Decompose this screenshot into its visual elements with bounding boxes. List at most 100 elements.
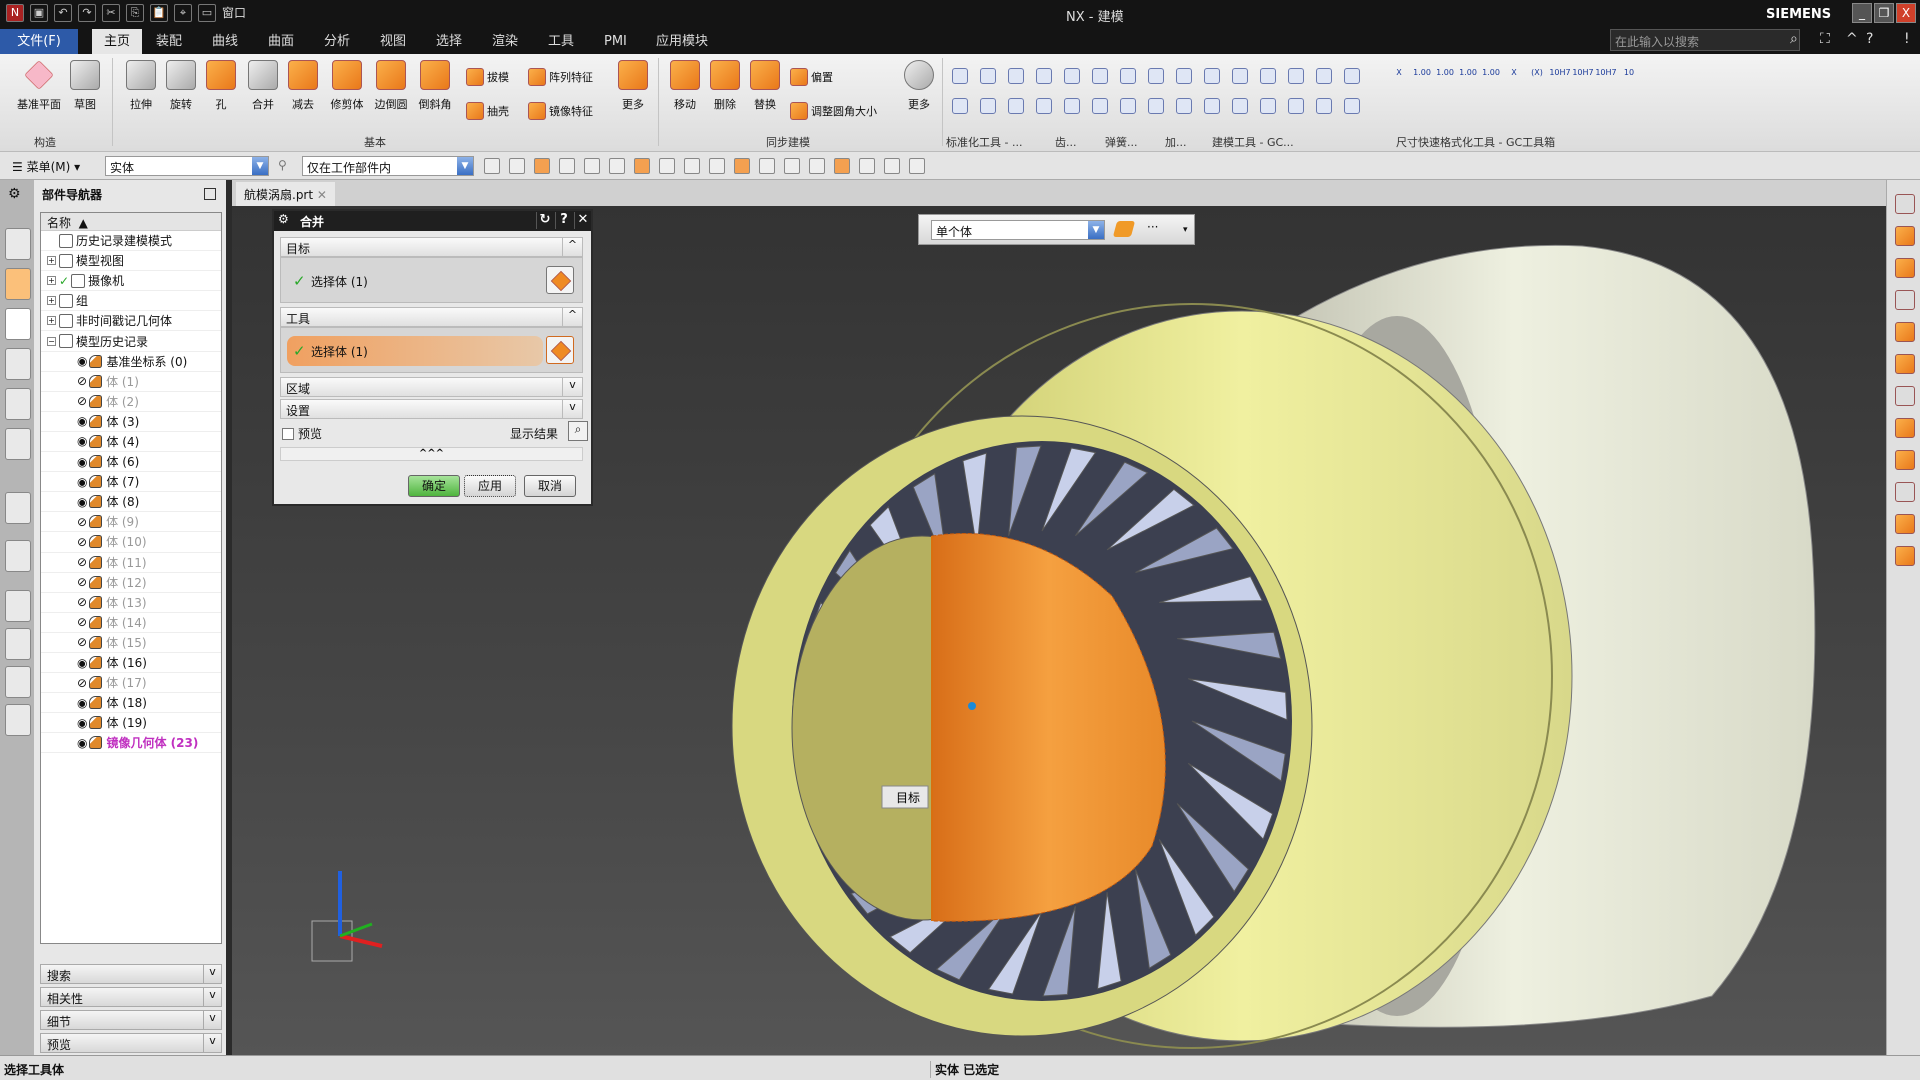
gc-tool-icon[interactable]: [1092, 68, 1108, 84]
selection-tool-icon[interactable]: [734, 158, 750, 174]
gc-tool-icon[interactable]: [952, 98, 968, 114]
tab-analysis[interactable]: 分析: [312, 29, 362, 54]
tool-section-header[interactable]: 工具 ^: [280, 307, 583, 327]
select-body-button[interactable]: [546, 266, 574, 294]
view-tool-icon[interactable]: [1895, 258, 1915, 278]
more-sync-button[interactable]: 更多: [898, 60, 940, 112]
tab-assembly[interactable]: 装配: [144, 29, 194, 54]
tree-item[interactable]: ⊘ 体 (12): [41, 573, 221, 593]
file-tab[interactable]: 航模涡扇.prt ✕: [236, 182, 335, 206]
tree-item[interactable]: + 组: [41, 291, 221, 312]
selection-tool-icon[interactable]: [509, 158, 525, 174]
eye-hidden-icon[interactable]: ⊘: [77, 635, 87, 649]
view-tool-icon[interactable]: [1895, 482, 1915, 502]
assembly-navigator-tab[interactable]: [5, 228, 31, 260]
tree-item[interactable]: + ✓ 摄像机: [41, 271, 221, 292]
subtract-button[interactable]: 减去: [282, 60, 324, 112]
gc-tool-icon[interactable]: [1288, 98, 1304, 114]
gc-tool-icon[interactable]: [1232, 98, 1248, 114]
unite-button[interactable]: 合并: [242, 60, 284, 112]
revolve-button[interactable]: 旋转: [160, 60, 202, 112]
reuse-library-tab[interactable]: [5, 348, 31, 380]
selection-tool-icon[interactable]: [659, 158, 675, 174]
gc-tool-icon[interactable]: [1120, 98, 1136, 114]
gc-tool-icon[interactable]: [1316, 68, 1332, 84]
view-tool-icon[interactable]: [1895, 418, 1915, 438]
reset-icon[interactable]: ↻: [536, 212, 553, 229]
tree-item[interactable]: ◉ 体 (3): [41, 412, 221, 432]
resize-blend-button[interactable]: 调整圆角大小: [790, 102, 877, 120]
gc-tool-icon[interactable]: [1344, 68, 1360, 84]
selection-tool-icon[interactable]: [634, 158, 650, 174]
preview-checkbox[interactable]: 预览: [282, 425, 322, 442]
copy-icon[interactable]: ⎘: [126, 4, 144, 22]
edge-blend-button[interactable]: 边倒圆: [370, 60, 412, 112]
view-tool-icon[interactable]: [1895, 514, 1915, 534]
save-icon[interactable]: ▣: [30, 4, 48, 22]
cancel-button[interactable]: 取消: [524, 475, 576, 497]
selection-tool-icon[interactable]: [784, 158, 800, 174]
eye-icon[interactable]: ◉: [77, 455, 87, 469]
selection-tool-icon[interactable]: [709, 158, 725, 174]
gc-tool-icon[interactable]: [1344, 98, 1360, 114]
draft-button[interactable]: 拔模: [466, 68, 509, 86]
history-tab[interactable]: [5, 590, 31, 622]
redo-icon[interactable]: ↷: [78, 4, 96, 22]
more-options-button[interactable]: ···: [1147, 220, 1158, 234]
more-basic-button[interactable]: 更多: [612, 60, 654, 112]
dimension-format-button[interactable]: X: [1388, 68, 1410, 84]
filter-icon[interactable]: ⚲: [278, 158, 287, 172]
gc-tool-icon[interactable]: [1316, 98, 1332, 114]
offset-face-button[interactable]: 偏置: [790, 68, 833, 86]
gc-tool-icon[interactable]: [1232, 68, 1248, 84]
eye-icon[interactable]: ◉: [77, 716, 87, 730]
view-tool-icon[interactable]: [1895, 450, 1915, 470]
navigator-panel[interactable]: 细节 v: [40, 1010, 222, 1030]
tool-select-row[interactable]: ✓ 选择体 (1): [280, 327, 583, 373]
expand-toggle-icon[interactable]: +: [47, 276, 56, 286]
tab-pmi[interactable]: PMI: [592, 29, 639, 54]
target-select-row[interactable]: ✓ 选择体 (1): [280, 257, 583, 303]
dialog-title-bar[interactable]: ⚙ 合并 ↻ ? ✕: [274, 211, 591, 231]
tree-item[interactable]: ⊘ 体 (11): [41, 553, 221, 573]
settings-icon[interactable]: ⚙: [8, 186, 21, 202]
gc-tool-icon[interactable]: [1288, 68, 1304, 84]
selection-tool-icon[interactable]: [809, 158, 825, 174]
tree-item[interactable]: + 模型视图: [41, 251, 221, 272]
tab-select[interactable]: 选择: [424, 29, 474, 54]
chamfer-button[interactable]: 倒斜角: [414, 60, 456, 112]
gc-tool-icon[interactable]: [1260, 68, 1276, 84]
expand-more-button[interactable]: ^^^: [280, 447, 583, 461]
dimension-format-button[interactable]: (X): [1526, 68, 1548, 84]
gc-tool-icon[interactable]: [1008, 98, 1024, 114]
eye-hidden-icon[interactable]: ⊘: [77, 595, 87, 609]
gc-tool-icon[interactable]: [1120, 68, 1136, 84]
tree-item[interactable]: 历史记录建模模式: [41, 231, 221, 252]
eye-icon[interactable]: ◉: [77, 736, 87, 750]
selection-tool-icon[interactable]: [759, 158, 775, 174]
tree-item[interactable]: ◉ 基准坐标系 (0): [41, 352, 221, 372]
tree-item[interactable]: ⊘ 体 (9): [41, 512, 221, 533]
alert-icon[interactable]: !: [1904, 31, 1910, 47]
replace-face-button[interactable]: 替换: [744, 60, 786, 112]
part-navigator-tab[interactable]: [5, 308, 31, 340]
datum-plane-button[interactable]: 基准平面: [14, 60, 64, 112]
eye-hidden-icon[interactable]: ⊘: [77, 535, 87, 549]
tree-item[interactable]: − 模型历史记录: [41, 331, 221, 352]
gc-tool-icon[interactable]: [1260, 98, 1276, 114]
extrude-button[interactable]: 拉伸: [120, 60, 162, 112]
view-tool-icon[interactable]: [1895, 290, 1915, 310]
tree-item[interactable]: ◉ 体 (7): [41, 472, 221, 493]
tree-item[interactable]: ⊘ 体 (15): [41, 633, 221, 653]
show-result-button[interactable]: ⌕: [568, 421, 588, 441]
restore-button[interactable]: ❐: [1874, 3, 1894, 23]
tab-applications[interactable]: 应用模块: [644, 29, 720, 54]
gc-tool-icon[interactable]: [1064, 98, 1080, 114]
tab-file[interactable]: 文件(F): [0, 29, 78, 54]
view-tool-icon[interactable]: [1895, 546, 1915, 566]
dimension-format-button[interactable]: X: [1503, 68, 1525, 84]
tree-item[interactable]: ⊘ 体 (17): [41, 673, 221, 694]
shell-button[interactable]: 抽壳: [466, 102, 509, 120]
chevron-down-icon[interactable]: ▾: [1183, 225, 1188, 235]
gear-icon[interactable]: ⚙: [278, 212, 289, 226]
